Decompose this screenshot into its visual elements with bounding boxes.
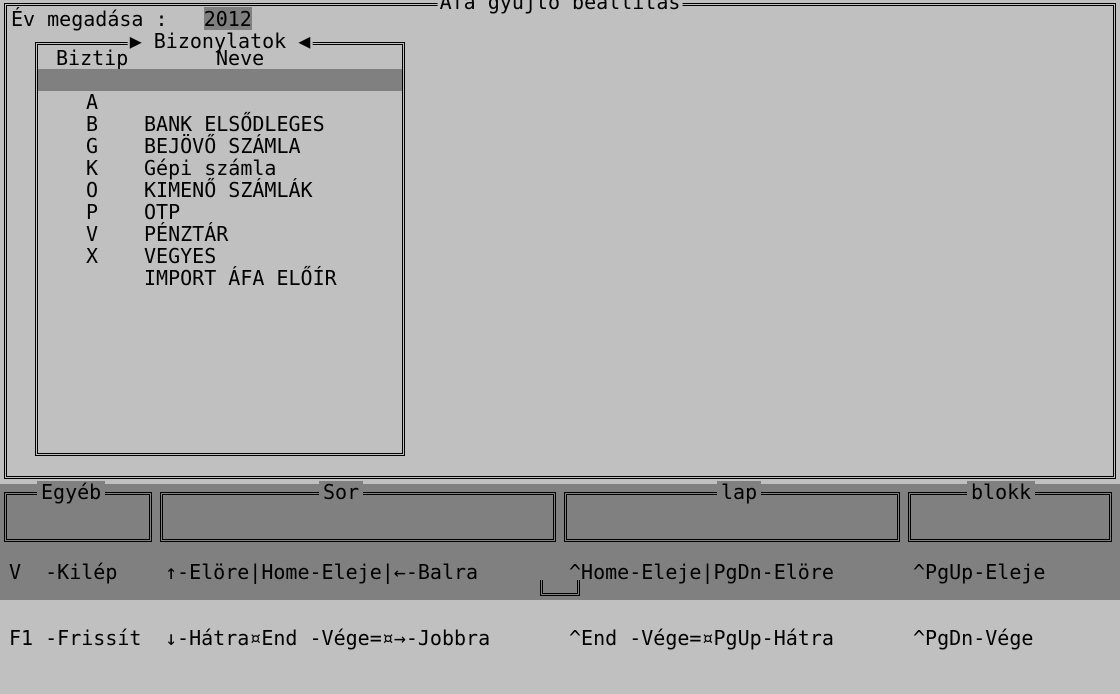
list-item[interactable]: B BEJÖVŐ SZÁMLA bbox=[38, 91, 402, 113]
help-line: F1 -Frissít bbox=[9, 627, 147, 649]
help-label-lap: lap bbox=[717, 481, 761, 503]
help-line: ↓-Hátra¤End -Vége=¤→-Jobbra bbox=[165, 627, 551, 649]
col-header-neve: Neve bbox=[216, 47, 264, 69]
cell-neve: IMPORT ÁFA ELŐÍR bbox=[144, 267, 337, 289]
cell-biztip: X bbox=[86, 245, 98, 267]
main-window: Áfa gyűjtő beállítás Év megadása : 2012 … bbox=[4, 3, 1116, 479]
list-item[interactable]: X IMPORT ÁFA ELŐÍR bbox=[38, 223, 402, 245]
list-item[interactable]: P PÉNZTÁR bbox=[38, 179, 402, 201]
help-box-blokk: blokk ^PgUp-Eleje ^PgDn-Vége bbox=[908, 492, 1112, 542]
help-line: ^PgDn-Vége bbox=[913, 627, 1107, 649]
help-box-lap: lap ^Home-Eleje|PgDn-Elöre ^End -Vége=¤P… bbox=[564, 492, 900, 542]
help-label-sor: Sor bbox=[319, 481, 363, 503]
help-line: ^End -Vége=¤PgUp-Hátra bbox=[569, 627, 895, 649]
help-line: V -Kilép bbox=[9, 561, 147, 583]
year-input[interactable]: 2012 bbox=[204, 7, 252, 31]
footer-bar: Egyéb V -Kilép F1 -Frissít Sor ↑-Elöre|H… bbox=[0, 484, 1120, 600]
documents-panel: ▶ Bizonylatok ◀ Biztip Neve A BANK ELSŐD… bbox=[35, 42, 405, 456]
help-box-egyeb: Egyéb V -Kilép F1 -Frissít bbox=[4, 492, 152, 542]
footer-bracket-icon bbox=[540, 580, 580, 596]
help-label-blokk: blokk bbox=[967, 481, 1035, 503]
help-line: ↑-Elöre|Home-Eleje|←-Balra bbox=[165, 561, 551, 583]
help-line: ^Home-Eleje|PgDn-Elöre bbox=[569, 561, 895, 583]
year-field-row: Év megadása : 2012 bbox=[11, 8, 252, 30]
col-header-biztip: Biztip bbox=[56, 47, 128, 69]
list-item[interactable]: V VEGYES bbox=[38, 201, 402, 223]
help-label-egyeb: Egyéb bbox=[37, 481, 105, 503]
cell-neve: VEGYES bbox=[144, 245, 216, 267]
list-item[interactable]: G Gépi számla bbox=[38, 113, 402, 135]
list-item[interactable]: A BANK ELSŐDLEGES bbox=[38, 69, 402, 91]
help-line: ^PgUp-Eleje bbox=[913, 561, 1107, 583]
window-title: Áfa gyűjtő beállítás bbox=[438, 0, 683, 13]
year-label: Év megadása : bbox=[11, 7, 168, 31]
list-item[interactable]: O OTP bbox=[38, 157, 402, 179]
list-item[interactable]: K KIMENŐ SZÁMLÁK bbox=[38, 135, 402, 157]
help-box-sor: Sor ↑-Elöre|Home-Eleje|←-Balra ↓-Hátra¤E… bbox=[160, 492, 556, 542]
